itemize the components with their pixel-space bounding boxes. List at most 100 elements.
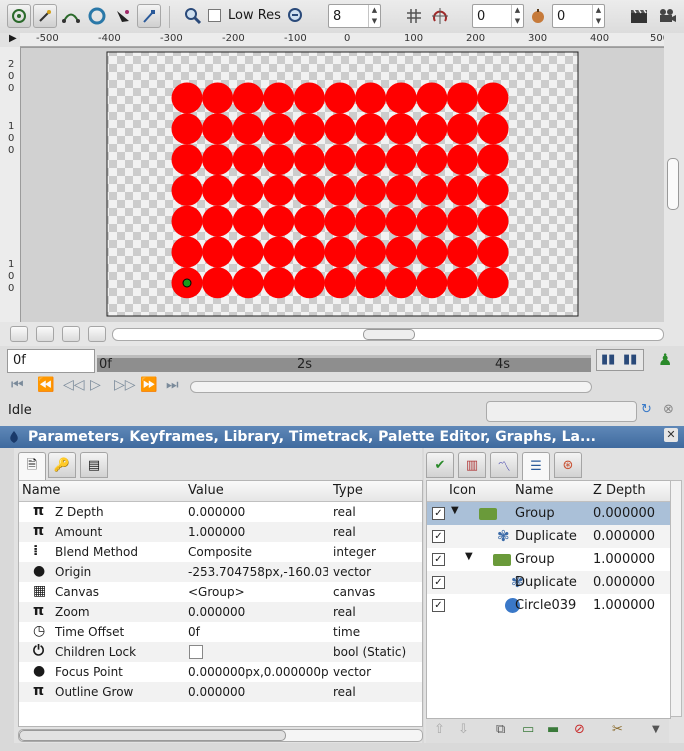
column-header-type[interactable]: Type [333, 483, 363, 498]
prev-keyframe-icon[interactable]: ⏪ [37, 377, 54, 393]
tab-library[interactable]: ▤ [80, 452, 108, 478]
seek-end-icon[interactable]: ⏭ [166, 377, 179, 393]
panel-titlebar[interactable]: Parameters, Keyframes, Library, Timetrac… [0, 426, 684, 448]
layer-row[interactable]: ✓ ▼ Group 0.000000 [427, 502, 670, 525]
param-value[interactable]: 0.000000px,0.000000px [188, 665, 328, 679]
zoom-tool-icon[interactable] [181, 4, 205, 28]
expander-icon[interactable]: ▼ [451, 505, 459, 516]
more-options-icon[interactable]: ▼ [652, 724, 660, 735]
scrollbar-thumb[interactable] [667, 158, 679, 210]
current-time-field[interactable]: 0f [7, 349, 95, 373]
param-value[interactable]: 1.000000 [188, 525, 328, 539]
tab-keyframes[interactable]: 🔑 [48, 452, 76, 478]
brush-size-spinner[interactable]: 8 ▲ ▼ [328, 4, 381, 28]
onion-past-spinner[interactable]: 0 ▲ ▼ [472, 4, 524, 28]
onion-skin-icon[interactable] [526, 4, 550, 28]
params-hscrollbar[interactable] [18, 729, 423, 742]
spinner-arrows-icon[interactable]: ▲ ▼ [592, 5, 604, 27]
circle-tool-icon[interactable] [85, 4, 109, 28]
ungroup-layer-icon[interactable]: ▬ [547, 722, 559, 737]
tab-meta-data[interactable]: ▥ [458, 452, 486, 478]
param-value[interactable]: <Group> [188, 585, 328, 599]
layer-name[interactable]: Circle039 [515, 598, 576, 613]
view-mode-icon[interactable] [36, 326, 54, 342]
param-row[interactable]: ● Origin -253.704758px,-160.033 vector [19, 562, 422, 582]
eyedrop-tool-icon[interactable] [137, 4, 161, 28]
param-row[interactable]: π Outline Grow 0.000000 real [19, 682, 422, 702]
origin-handle[interactable] [182, 278, 192, 288]
param-value[interactable]: Composite [188, 545, 328, 559]
draw-tool-icon[interactable] [111, 4, 135, 28]
param-row[interactable]: ● Focus Point 0.000000px,0.000000px vector [19, 662, 422, 682]
layer-name[interactable]: Duplicate [515, 529, 577, 544]
expander-icon[interactable]: ▼ [465, 551, 473, 562]
render-clapper-icon[interactable] [627, 4, 651, 28]
lower-layer-icon[interactable]: ⇩ [458, 722, 469, 737]
lock-future-keyframe-icon[interactable]: ▮▮ [623, 352, 637, 367]
column-header-name[interactable]: Name [22, 483, 60, 498]
scrollbar-thumb[interactable] [363, 329, 415, 340]
param-row[interactable]: ▦ Canvas <Group> canvas [19, 582, 422, 602]
canvas-workarea[interactable] [21, 48, 664, 322]
lock-past-keyframe-icon[interactable]: ▮▮ [601, 352, 615, 367]
cut-layer-icon[interactable]: ✂ [612, 722, 623, 737]
layer-row[interactable]: ✓ ✾ Duplicate 0.000000 [427, 571, 670, 594]
tab-canvas-browser[interactable]: ✔ [426, 452, 454, 478]
layer-visibility-checkbox[interactable]: ✓ [432, 507, 445, 520]
param-row[interactable]: ◷ Time Offset 0f time [19, 622, 422, 642]
animation-mode-icon[interactable]: ♟ [658, 350, 672, 369]
layer-name[interactable]: Group [515, 506, 555, 521]
raise-layer-icon[interactable]: ⇧ [434, 722, 445, 737]
menu-arrow-icon[interactable]: ▶ [9, 33, 17, 44]
scrollbar-thumb[interactable] [19, 730, 286, 741]
stop-icon[interactable]: ⊗ [663, 402, 674, 417]
layer-visibility-checkbox[interactable]: ✓ [432, 530, 445, 543]
grid-toggle-icon[interactable] [402, 4, 426, 28]
preview-camera-icon[interactable] [655, 4, 679, 28]
prev-frame-icon[interactable]: ◁◁ [63, 377, 85, 393]
playback-progress[interactable] [190, 381, 592, 393]
layer-name[interactable]: Group [515, 552, 555, 567]
zoom-out-icon[interactable] [284, 4, 308, 28]
fit-view-icon[interactable] [88, 326, 106, 342]
delete-layer-icon[interactable]: ⊘ [574, 722, 585, 737]
tab-layers[interactable]: ☰ [522, 452, 550, 480]
refresh-icon[interactable]: ↻ [641, 402, 652, 417]
seek-begin-icon[interactable]: ⏮ [11, 377, 24, 393]
transform-tool-icon[interactable] [7, 4, 31, 28]
low-res-checkbox[interactable] [208, 9, 221, 22]
smooth-move-tool-icon[interactable] [33, 4, 57, 28]
layer-visibility-checkbox[interactable]: ✓ [432, 553, 445, 566]
layer-visibility-checkbox[interactable]: ✓ [432, 576, 445, 589]
keyframe-lock-buttons[interactable]: ▮▮ ▮▮ [596, 349, 644, 371]
time-slider[interactable]: 0f 2s 4s [97, 355, 591, 372]
duplicate-layer-icon[interactable]: ⧉ [496, 722, 505, 737]
column-header-icon[interactable]: Icon [449, 483, 476, 498]
layer-row[interactable]: ✓ Circle039 1.000000 [427, 594, 670, 617]
column-header-value[interactable]: Value [188, 483, 224, 498]
next-frame-icon[interactable]: ▷▷ [114, 377, 136, 393]
spline-tool-icon[interactable] [59, 4, 83, 28]
spinner-arrows-icon[interactable]: ▲ ▼ [511, 5, 523, 27]
canvas-drawing[interactable] [21, 48, 664, 322]
layer-row[interactable]: ✓ ▼ Group 1.000000 [427, 548, 670, 571]
play-icon[interactable]: ▷ [90, 377, 101, 393]
param-row[interactable]: ⁞ Blend Method Composite integer [19, 542, 422, 562]
param-value[interactable]: 0.000000 [188, 505, 328, 519]
canvas-vertical-scrollbar[interactable] [664, 33, 684, 322]
snap-toggle-icon[interactable] [428, 4, 452, 28]
close-icon[interactable]: ✕ [664, 428, 678, 442]
param-value[interactable]: -253.704758px,-160.033 [188, 565, 328, 579]
param-row[interactable]: π Amount 1.000000 real [19, 522, 422, 542]
horizontal-scrollbar[interactable] [112, 328, 664, 341]
layer-name[interactable]: Duplicate [515, 575, 577, 590]
column-header-zdepth[interactable]: Z Depth [593, 483, 646, 498]
param-row[interactable]: π Z Depth 0.000000 real [19, 502, 422, 522]
tab-graphs[interactable]: 〽 [490, 452, 518, 478]
tab-navigator[interactable]: ⊛ [554, 452, 582, 478]
spinner-arrows-icon[interactable]: ▲ ▼ [368, 5, 380, 27]
param-row[interactable]: ⏻ Children Lock bool (Static) [19, 642, 422, 662]
layer-visibility-checkbox[interactable]: ✓ [432, 599, 445, 612]
tab-params[interactable]: 🗎 [18, 452, 46, 480]
param-value[interactable]: 0f [188, 625, 328, 639]
